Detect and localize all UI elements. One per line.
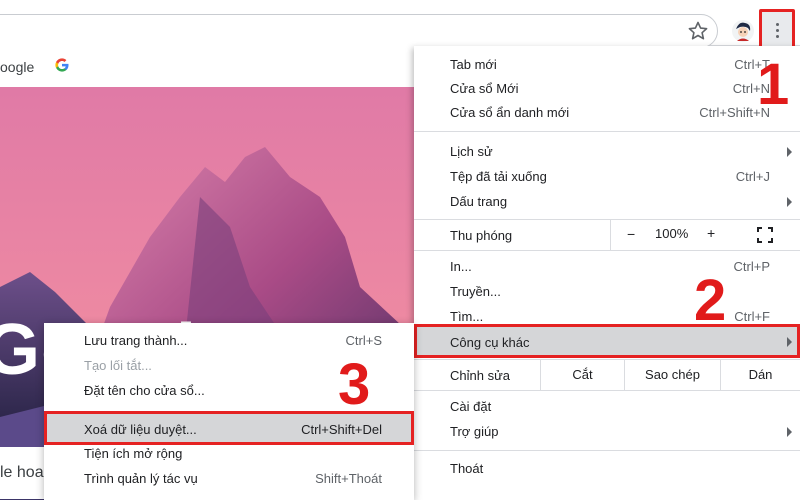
submenu-item-label: Xoá dữ liệu duyệt...: [84, 422, 197, 437]
menu-item-bookmarks[interactable]: Dấu trang: [414, 190, 800, 214]
menu-item-new-tab[interactable]: Tab mới Ctrl+T: [414, 53, 800, 77]
submenu-item-extensions[interactable]: Tiện ích mở rộng: [44, 442, 414, 466]
step-number-3: 3: [338, 352, 371, 417]
zoom-level: 100%: [655, 226, 689, 241]
menu-item-label: Tệp đã tải xuống: [450, 169, 547, 184]
menu-item-label: Cửa sổ Mới: [450, 81, 519, 96]
menu-item-history[interactable]: Lịch sử: [414, 140, 800, 164]
submenu-arrow-icon: [787, 337, 792, 347]
submenu-item-shortcut: Shift+Thoát: [315, 471, 382, 486]
paste-button[interactable]: Dán: [720, 360, 800, 390]
submenu-item-save-page[interactable]: Lưu trang thành... Ctrl+S: [44, 329, 414, 353]
menu-item-zoom: Thu phóng − 100% +: [414, 220, 800, 250]
menu-item-more-tools[interactable]: Công cụ khác: [414, 324, 800, 358]
menu-item-shortcut: Ctrl+P: [733, 259, 770, 274]
menu-item-help[interactable]: Trợ giúp: [414, 420, 800, 444]
step-number-1: 1: [757, 52, 790, 117]
submenu-item-label: Trình quản lý tác vụ: [84, 471, 198, 486]
step-number-2: 2: [694, 268, 727, 333]
bookmark-star-icon[interactable]: [686, 19, 710, 43]
menu-item-print[interactable]: In... Ctrl+P: [414, 255, 800, 279]
menu-item-label: Cài đặt: [450, 399, 492, 414]
submenu-item-task-manager[interactable]: Trình quản lý tác vụ Shift+Thoát: [44, 467, 414, 491]
zoom-controls: − 100% +: [610, 220, 800, 250]
menu-item-incognito[interactable]: Cửa sổ ẩn danh mới Ctrl+Shift+N: [414, 101, 800, 125]
bookmark-google-label[interactable]: oogle: [0, 59, 34, 75]
profile-avatar[interactable]: [731, 19, 755, 43]
menu-separator: [414, 390, 800, 391]
submenu-item-shortcut: Ctrl+S: [345, 333, 382, 348]
submenu-arrow-icon: [787, 427, 792, 437]
avatar-icon: [732, 20, 754, 42]
menu-item-exit[interactable]: Thoát: [414, 457, 800, 481]
edit-label: Chỉnh sửa: [450, 368, 511, 383]
zoom-in-button[interactable]: +: [707, 225, 715, 241]
address-bar[interactable]: [0, 14, 718, 48]
submenu-item-label: Tạo lối tắt...: [84, 358, 152, 373]
submenu-item-label: Đặt tên cho cửa sổ...: [84, 383, 205, 398]
menu-item-new-window[interactable]: Cửa sổ Mới Ctrl+N: [414, 77, 800, 101]
menu-item-label: Truyền...: [450, 284, 501, 299]
cut-button[interactable]: Cắt: [540, 360, 624, 390]
menu-item-label: Công cụ khác: [450, 335, 530, 350]
menu-separator: [414, 250, 800, 251]
menu-item-label: Trợ giúp: [450, 424, 499, 439]
more-vert-icon: [775, 22, 779, 38]
submenu-item-label: Lưu trang thành...: [84, 333, 188, 348]
chrome-main-menu: Tab mới Ctrl+T Cửa sổ Mới Ctrl+N Cửa sổ …: [414, 46, 800, 500]
submenu-arrow-icon: [787, 147, 792, 157]
bookmarks-bar: oogle: [0, 47, 414, 87]
menu-item-label: Lịch sử: [450, 144, 493, 159]
fullscreen-icon[interactable]: [757, 227, 773, 243]
zoom-out-button[interactable]: −: [627, 226, 635, 242]
menu-item-shortcut: Ctrl+J: [735, 169, 770, 184]
menu-item-edit: Chỉnh sửa Cắt Sao chép Dán: [414, 360, 800, 390]
submenu-item-label: Tiện ích mở rộng: [84, 446, 183, 461]
menu-item-cast[interactable]: Truyền...: [414, 280, 800, 304]
browser-toolbar: [0, 0, 800, 51]
menu-item-settings[interactable]: Cài đặt: [414, 395, 800, 419]
zoom-label: Thu phóng: [450, 228, 513, 243]
menu-item-label: Dấu trang: [450, 194, 508, 209]
menu-separator: [414, 131, 800, 132]
submenu-item-shortcut: Ctrl+Shift+Del: [301, 422, 382, 437]
menu-item-label: Tìm...: [450, 309, 484, 324]
menu-item-label: Thoát: [450, 461, 484, 476]
menu-item-shortcut: Ctrl+F: [734, 309, 770, 324]
menu-item-label: Tab mới: [450, 57, 497, 72]
menu-separator: [414, 450, 800, 451]
search-placeholder: le hoa: [0, 464, 44, 481]
google-g-icon: [55, 58, 69, 72]
chrome-menu-button[interactable]: [759, 9, 795, 51]
menu-item-downloads[interactable]: Tệp đã tải xuống Ctrl+J: [414, 165, 800, 189]
menu-item-label: Cửa sổ ẩn danh mới: [450, 105, 570, 120]
submenu-arrow-icon: [787, 197, 792, 207]
copy-button[interactable]: Sao chép: [624, 360, 720, 390]
menu-item-label: In...: [450, 259, 472, 274]
